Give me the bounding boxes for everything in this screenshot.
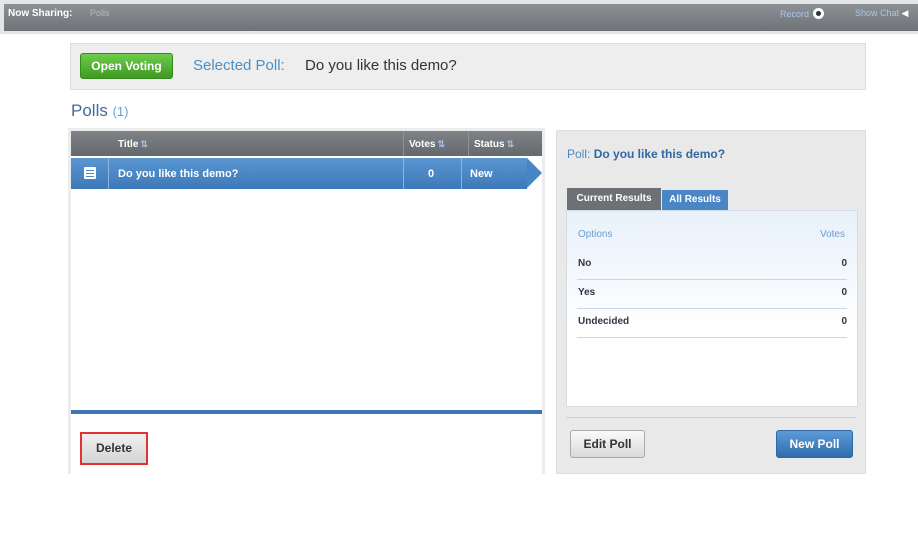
row-divider	[403, 158, 404, 189]
column-header-title[interactable]: Title ⇅	[118, 139, 148, 150]
option-label: Undecided	[578, 316, 630, 327]
sort-icon: ⇅	[506, 139, 515, 149]
record-button[interactable]: Record	[780, 8, 825, 19]
option-votes: 0	[841, 316, 847, 327]
open-voting-button[interactable]: Open Voting	[80, 53, 173, 79]
caret-left-icon: ◀	[901, 8, 909, 18]
edit-poll-button[interactable]: Edit Poll	[570, 430, 645, 458]
show-chat-button[interactable]: Show Chat ◀	[855, 8, 908, 19]
option-label: Yes	[578, 287, 596, 298]
selected-poll-bar: Open Voting Selected Poll: Do you like t…	[70, 43, 866, 90]
polls-list-panel: Title ⇅ Votes ⇅ Status ⇅ Do you like this d…	[68, 128, 545, 538]
status-header-label: Status	[474, 139, 505, 150]
poll-icon	[84, 167, 96, 179]
column-header-status[interactable]: Status ⇅	[474, 139, 514, 150]
polls-table: Title ⇅ Votes ⇅ Status ⇅ Do you like this d…	[71, 131, 542, 538]
record-icon	[813, 8, 825, 19]
poll-detail-panel: Poll: Do you like this demo? Current Res…	[556, 130, 866, 474]
record-label: Record	[780, 8, 810, 19]
poll-title: Do you like this demo?	[118, 168, 239, 180]
results-table: Options Votes No 0 Yes 0 Undecided 0	[566, 210, 858, 407]
votes-header-label: Votes	[409, 139, 436, 150]
now-sharing-value: Polls	[90, 8, 110, 18]
option-votes: 0	[841, 287, 847, 298]
column-divider	[468, 131, 469, 156]
polls-count: (1)	[112, 104, 129, 119]
top-toolbar: Now Sharing: Polls Record Show Chat ◀	[0, 0, 918, 34]
polls-heading: Polls (1)	[71, 101, 128, 121]
table-header: Title ⇅ Votes ⇅ Status ⇅	[71, 131, 542, 156]
selected-poll-value: Do you like this demo?	[305, 57, 457, 74]
show-chat-label: Show Chat	[855, 8, 900, 18]
selected-poll-label: Selected Poll:	[193, 57, 285, 74]
sort-icon: ⇅	[437, 139, 446, 149]
title-header-label: Title	[118, 139, 139, 150]
poll-status: New	[470, 168, 493, 180]
list-footer-bar	[71, 410, 542, 414]
sort-icon: ⇅	[140, 139, 148, 149]
poll-label: Poll:	[567, 147, 591, 161]
poll-name: Do you like this demo?	[593, 147, 726, 161]
option-label: No	[578, 258, 592, 269]
delete-button[interactable]: Delete	[80, 432, 148, 465]
row-divider	[108, 158, 109, 189]
poll-detail-title: Poll: Do you like this demo?	[567, 147, 725, 161]
now-sharing-label: Now Sharing:	[8, 8, 73, 19]
new-poll-button[interactable]: New Poll	[776, 430, 853, 458]
column-header-votes[interactable]: Votes ⇅	[409, 139, 445, 150]
tab-all-results[interactable]: All Results	[662, 190, 728, 210]
table-row[interactable]: Do you like this demo? 0 New	[71, 158, 527, 189]
result-row: Yes 0	[577, 279, 847, 309]
votes-header: Votes	[819, 229, 845, 240]
column-divider	[403, 131, 404, 156]
polls-heading-label: Polls	[71, 101, 108, 120]
divider	[566, 417, 856, 418]
row-divider	[461, 158, 462, 189]
option-votes: 0	[841, 258, 847, 269]
poll-votes: 0	[428, 168, 435, 180]
result-row: Undecided 0	[577, 308, 847, 338]
options-header: Options	[578, 229, 613, 240]
result-row: No 0	[577, 250, 847, 280]
tab-current-results[interactable]: Current Results	[567, 188, 661, 210]
selected-row-arrow	[527, 158, 542, 188]
